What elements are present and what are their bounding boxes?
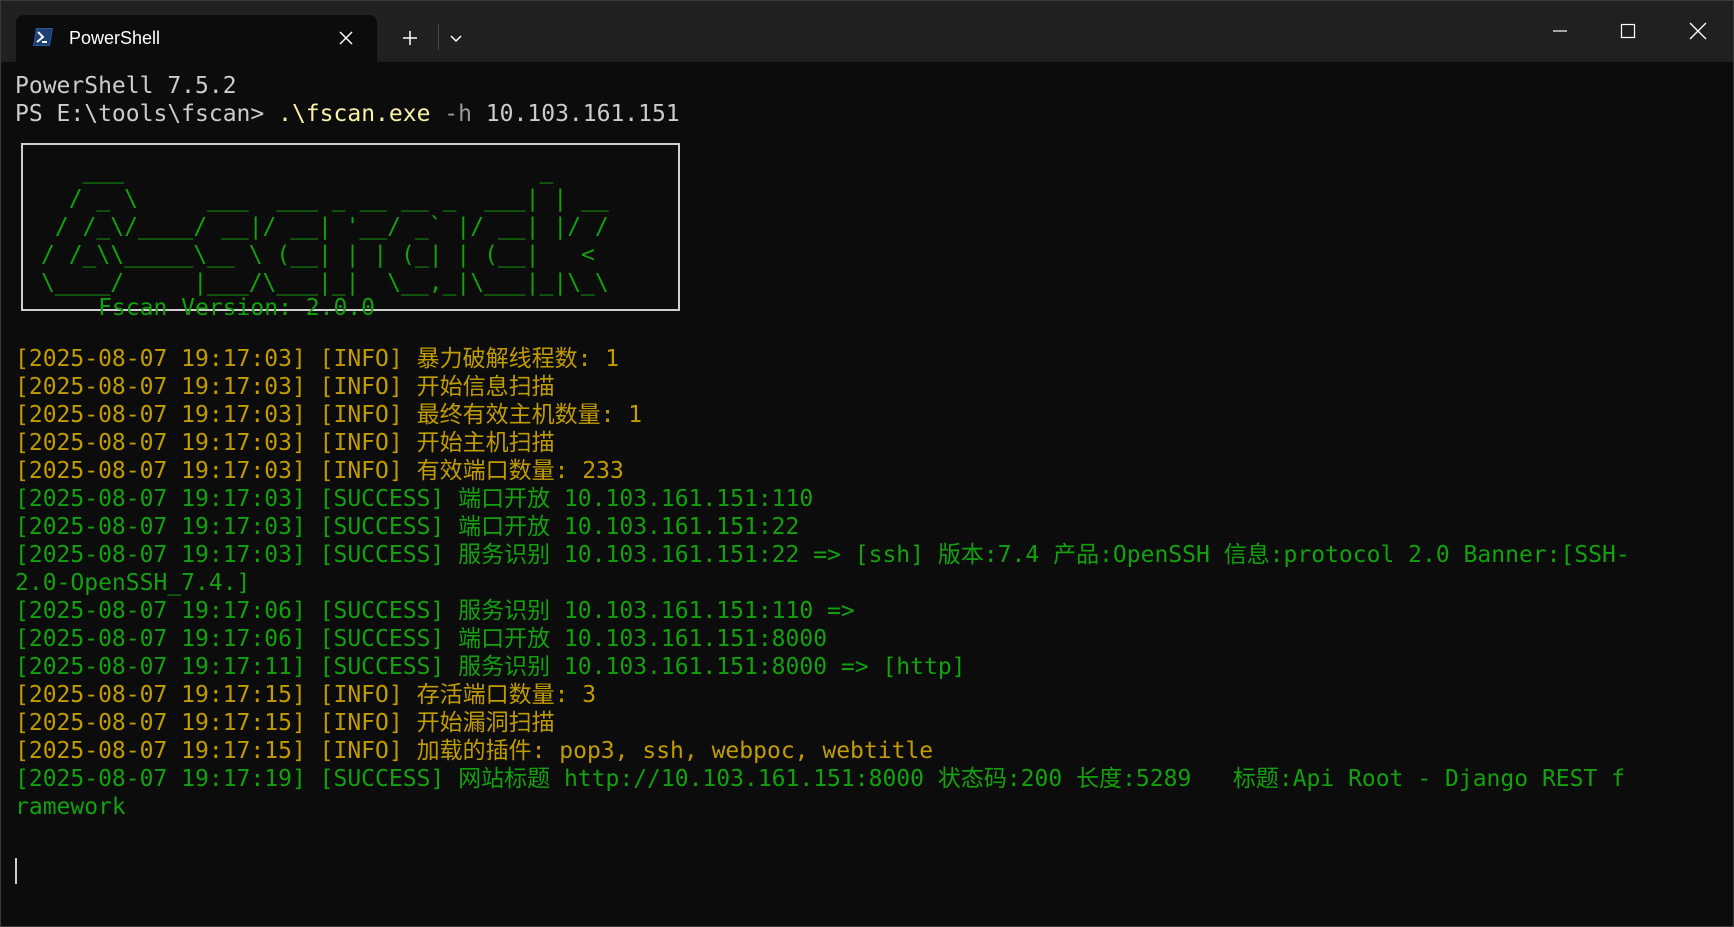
log-line: [2025-08-07 19:17:06] [SUCCESS] 端口开放 10.… [15, 626, 828, 652]
text-cursor [15, 858, 17, 884]
log-line: [2025-08-07 19:17:15] [INFO] 存活端口数量: 3 [15, 682, 597, 708]
log-line: 2.0-OpenSSH_7.4.] [15, 570, 251, 596]
title-bar[interactable]: PowerShell [1, 1, 1733, 62]
chevron-down-icon[interactable] [441, 23, 471, 53]
log-line: [2025-08-07 19:17:06] [SUCCESS] 服务识别 10.… [15, 598, 855, 624]
command-flag: -h [430, 101, 472, 127]
log-line: [2025-08-07 19:17:03] [INFO] 开始主机扫描 [15, 430, 555, 456]
ascii-banner-box: ___ _ / _ \ ___ ___ _ __ __ _ ___| | __ … [21, 143, 680, 311]
tab-title: PowerShell [69, 28, 161, 48]
log-line: ramework [15, 794, 126, 820]
close-icon[interactable] [1675, 11, 1721, 51]
plus-icon[interactable] [395, 23, 425, 53]
log-line: [2025-08-07 19:17:03] [INFO] 有效端口数量: 233 [15, 458, 624, 484]
prompt: PS E:\tools\fscan> [15, 101, 279, 127]
command-argument: 10.103.161.151 [471, 101, 680, 127]
log-line: [2025-08-07 19:17:11] [SUCCESS] 服务识别 10.… [15, 654, 966, 680]
log-line: [2025-08-07 19:17:15] [INFO] 加载的插件: pop3… [15, 738, 934, 764]
log-line: [2025-08-07 19:17:03] [SUCCESS] 端口开放 10.… [15, 514, 800, 540]
maximize-icon[interactable] [1605, 11, 1651, 51]
terminal-window: PowerShell PowerShell 7.5.2 PS E:\tools\… [0, 0, 1734, 927]
log-line: [2025-08-07 19:17:19] [SUCCESS] 网站标题 htt… [15, 766, 1626, 792]
powershell-icon [32, 27, 54, 47]
log-line: [2025-08-07 19:17:15] [INFO] 开始漏洞扫描 [15, 710, 555, 736]
log-line: [2025-08-07 19:17:03] [SUCCESS] 端口开放 10.… [15, 486, 814, 512]
tab-powershell[interactable]: PowerShell [16, 15, 377, 62]
close-icon[interactable] [334, 26, 358, 50]
divider [438, 24, 439, 50]
fscan-version: Fscan Version: 2.0.0 [15, 295, 376, 321]
log-line: [2025-08-07 19:17:03] [INFO] 开始信息扫描 [15, 374, 555, 400]
minimize-icon[interactable] [1537, 11, 1583, 51]
command-line: PS E:\tools\fscan> .\fscan.exe -h 10.103… [15, 100, 680, 128]
terminal-output[interactable]: PowerShell 7.5.2 PS E:\tools\fscan> .\fs… [1, 62, 1733, 926]
ascii-banner: ___ _ / _ \ ___ ___ _ __ __ _ ___| | __ … [41, 158, 609, 296]
log-line: [2025-08-07 19:17:03] [SUCCESS] 服务识别 10.… [15, 542, 1630, 568]
log-line: [2025-08-07 19:17:03] [INFO] 暴力破解线程数: 1 [15, 346, 620, 372]
powershell-version: PowerShell 7.5.2 [15, 73, 237, 99]
log-line: [2025-08-07 19:17:03] [INFO] 最终有效主机数量: 1 [15, 402, 643, 428]
command: .\fscan.exe [278, 101, 431, 127]
